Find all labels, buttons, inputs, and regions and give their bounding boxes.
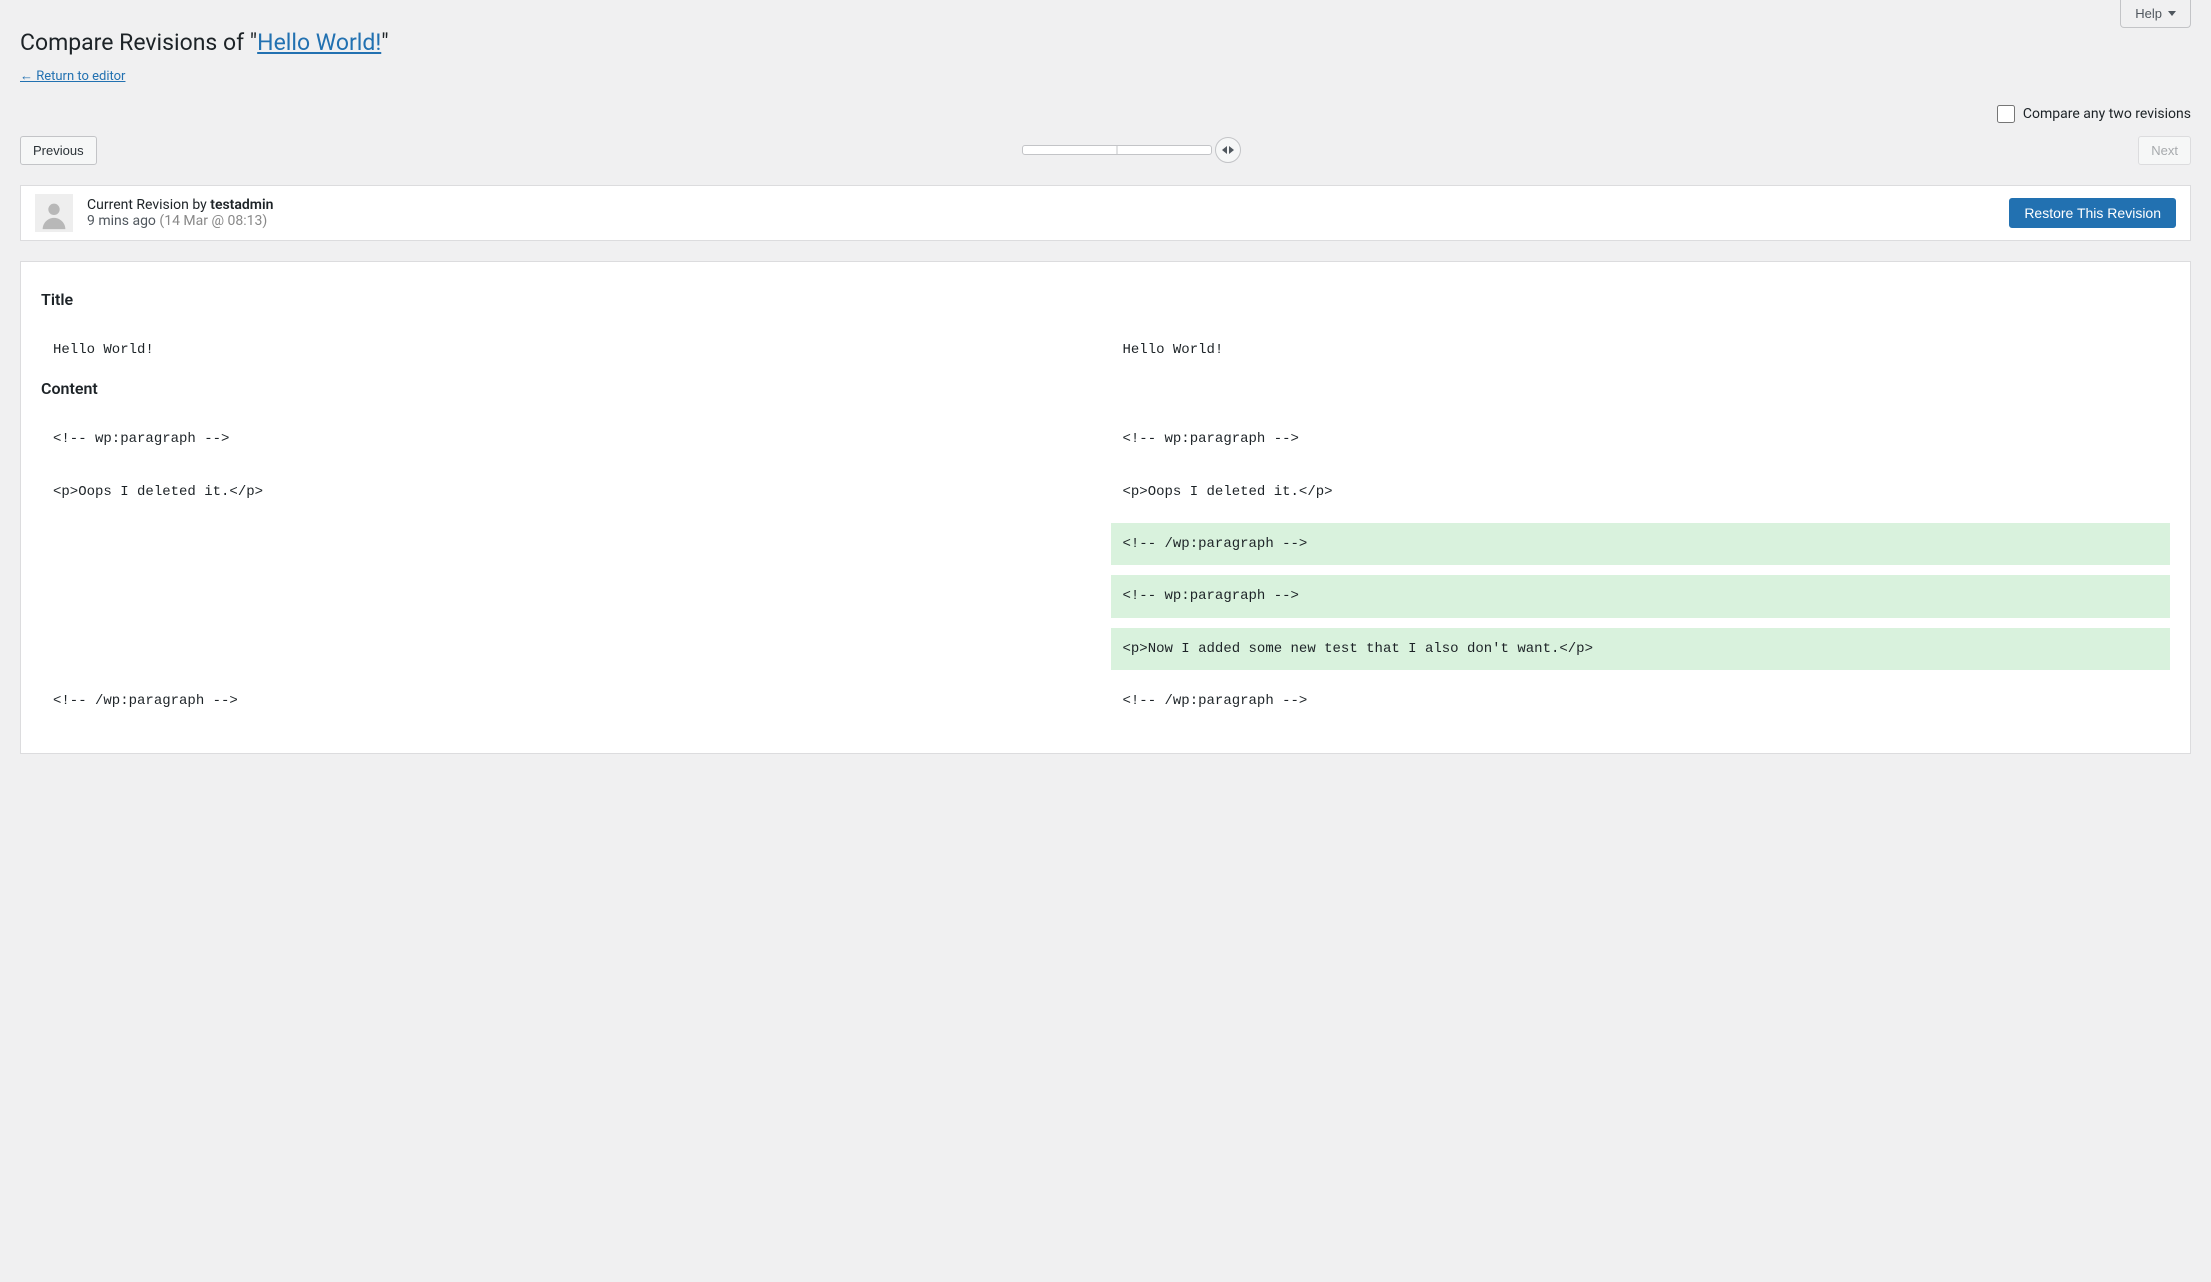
diff-cell-right: <!-- /wp:paragraph --> <box>1111 680 2171 722</box>
previous-button[interactable]: Previous <box>20 136 97 165</box>
diff-section-heading: Content <box>41 379 2170 398</box>
revision-timestamp: (14 Mar @ 08:13) <box>159 213 267 229</box>
diff-section-heading: Title <box>41 290 2170 309</box>
diff-cell-left: <!-- /wp:paragraph --> <box>41 680 1101 722</box>
diff-grid: Hello World!Hello World! <box>41 329 2170 371</box>
page-title-suffix: " <box>381 29 388 56</box>
compare-any-two-label: Compare any two revisions <box>2023 106 2191 122</box>
revision-author-line: Current Revision by testadmin <box>87 197 273 213</box>
revision-slider[interactable] <box>97 145 2139 155</box>
diff-cell-left: Hello World! <box>41 329 1101 371</box>
post-title-link[interactable]: Hello World! <box>257 29 381 56</box>
diff-cell-left <box>41 523 1101 565</box>
diff-cell-left: <!-- wp:paragraph --> <box>41 418 1101 460</box>
arrow-left-icon <box>1222 146 1227 154</box>
revision-time-line: 9 mins ago (14 Mar @ 08:13) <box>87 213 273 229</box>
help-label: Help <box>2135 6 2162 21</box>
person-icon <box>37 198 71 232</box>
diff-cell-left: <p>Oops I deleted it.</p> <box>41 471 1101 513</box>
diff-cell-right: <!-- /wp:paragraph --> <box>1111 523 2171 565</box>
arrow-right-icon <box>1229 146 1234 154</box>
diff-cell-right: <p>Oops I deleted it.</p> <box>1111 471 2171 513</box>
page-title-prefix: Compare Revisions of " <box>20 29 257 56</box>
slider-tick <box>1117 145 1118 155</box>
return-to-editor-link[interactable]: ← Return to editor <box>20 69 125 84</box>
next-button: Next <box>2138 136 2191 165</box>
slider-handle[interactable] <box>1215 137 1241 163</box>
diff-cell-left <box>41 628 1101 670</box>
diff-cell-right: <p>Now I added some new test that I also… <box>1111 628 2171 670</box>
compare-any-two-checkbox[interactable] <box>1997 105 2015 123</box>
revision-header: Current Revision by testadmin 9 mins ago… <box>20 185 2191 241</box>
avatar <box>35 194 73 232</box>
chevron-down-icon <box>2168 11 2176 16</box>
diff-cell-left <box>41 575 1101 617</box>
revision-prefix: Current Revision by <box>87 197 210 213</box>
help-button[interactable]: Help <box>2120 0 2191 28</box>
diff-cell-right: <!-- wp:paragraph --> <box>1111 418 2171 460</box>
diff-cell-right: Hello World! <box>1111 329 2171 371</box>
diff-section: Content<!-- wp:paragraph --><!-- wp:para… <box>41 379 2170 722</box>
page-title: Compare Revisions of "Hello World!" <box>20 28 2191 58</box>
diff-section: Title Hello World!Hello World! <box>41 290 2170 371</box>
diff-grid: <!-- wp:paragraph --><!-- wp:paragraph -… <box>41 418 2170 722</box>
revision-time-ago: 9 mins ago <box>87 213 156 229</box>
restore-revision-button[interactable]: Restore This Revision <box>2009 198 2176 228</box>
revision-author: testadmin <box>210 197 273 213</box>
slider-track[interactable] <box>1022 145 1212 155</box>
diff-container: Title Hello World!Hello World! Content <!--… <box>20 261 2191 754</box>
diff-cell-right: <!-- wp:paragraph --> <box>1111 575 2171 617</box>
